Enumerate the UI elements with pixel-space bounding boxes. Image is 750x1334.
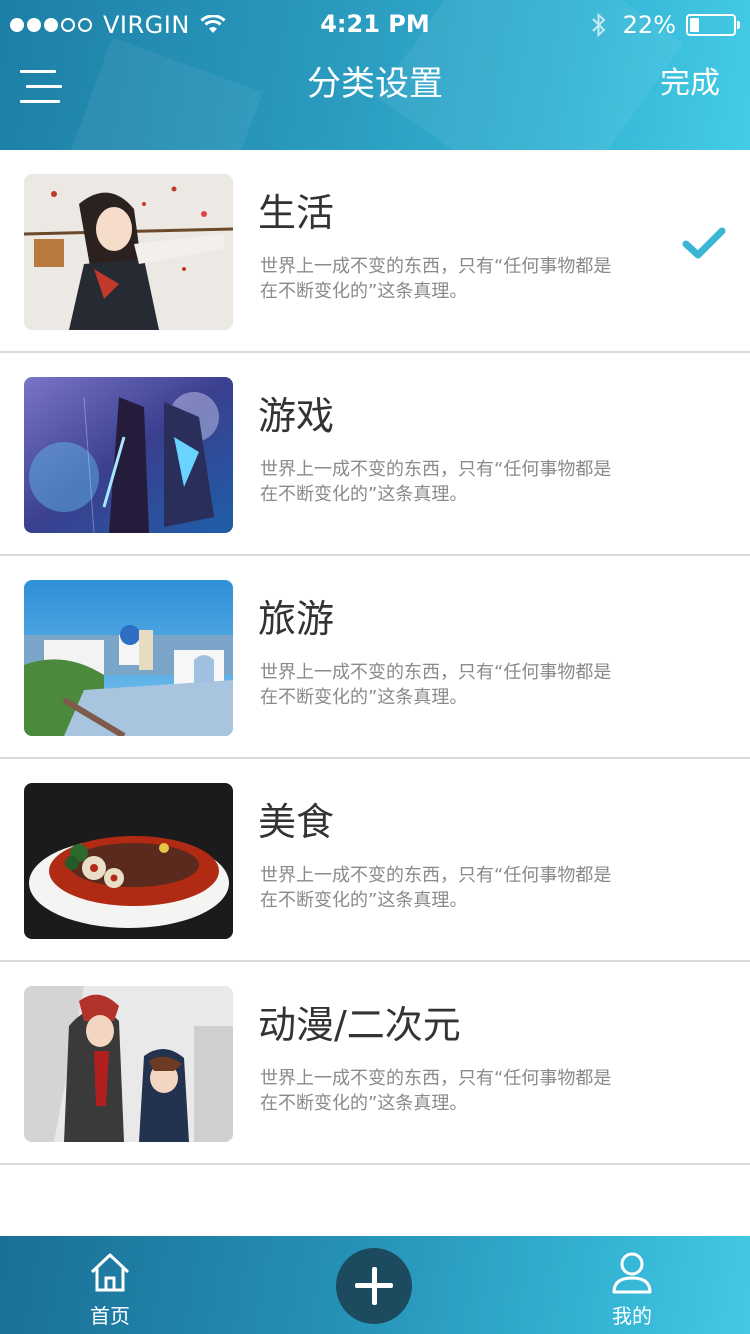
category-thumbnail	[24, 783, 233, 939]
bluetooth-icon	[591, 12, 606, 38]
category-description: 世界上一成不变的东西，只有“任何事物都是在不断变化的”这条真理。	[260, 865, 612, 911]
done-button[interactable]: 完成	[660, 64, 720, 104]
screen: VIRGIN 4:21 PM 22% 分类设置 完成 生活 世界上一成不变的东西…	[0, 0, 750, 1334]
tab-home-label: 首页	[90, 1304, 130, 1328]
tab-home[interactable]: 首页	[40, 1236, 180, 1334]
tab-bar: 首页 我的	[0, 1236, 750, 1334]
status-right: 22%	[591, 10, 740, 40]
category-thumbnail	[24, 580, 233, 736]
header: VIRGIN 4:21 PM 22% 分类设置 完成	[0, 0, 750, 150]
category-description: 世界上一成不变的东西，只有“任何事物都是在不断变化的”这条真理。	[260, 256, 612, 302]
battery-icon	[686, 14, 740, 36]
category-title: 游戏	[258, 394, 335, 438]
add-button[interactable]	[336, 1248, 412, 1324]
nav-bar: 分类设置 完成	[0, 50, 750, 150]
category-title: 美食	[258, 800, 335, 844]
category-item-game[interactable]: 游戏 世界上一成不变的东西，只有“任何事物都是在不断变化的”这条真理。	[0, 353, 750, 556]
category-title: 动漫/二次元	[258, 1003, 461, 1047]
status-bar: VIRGIN 4:21 PM 22%	[0, 0, 750, 50]
category-list: 生活 世界上一成不变的东西，只有“任何事物都是在不断变化的”这条真理。 游戏 世…	[0, 150, 750, 1165]
battery-percent: 22%	[622, 11, 676, 39]
category-item-life[interactable]: 生活 世界上一成不变的东西，只有“任何事物都是在不断变化的”这条真理。	[0, 150, 750, 353]
tab-profile-label: 我的	[612, 1304, 652, 1328]
category-item-food[interactable]: 美食 世界上一成不变的东西，只有“任何事物都是在不断变化的”这条真理。	[0, 759, 750, 962]
category-item-travel[interactable]: 旅游 世界上一成不变的东西，只有“任何事物都是在不断变化的”这条真理。	[0, 556, 750, 759]
category-thumbnail	[24, 377, 233, 533]
category-description: 世界上一成不变的东西，只有“任何事物都是在不断变化的”这条真理。	[260, 662, 612, 708]
battery-fill	[690, 18, 699, 32]
category-thumbnail	[24, 986, 233, 1142]
category-item-anime[interactable]: 动漫/二次元 世界上一成不变的东西，只有“任何事物都是在不断变化的”这条真理。	[0, 962, 750, 1165]
category-description: 世界上一成不变的东西，只有“任何事物都是在不断变化的”这条真理。	[260, 459, 612, 505]
category-thumbnail	[24, 174, 233, 330]
plus-icon	[371, 1267, 377, 1305]
category-title: 生活	[258, 191, 335, 235]
checkmark-icon	[682, 227, 726, 259]
category-description: 世界上一成不变的东西，只有“任何事物都是在不断变化的”这条真理。	[260, 1068, 612, 1114]
tab-profile[interactable]: 我的	[562, 1236, 702, 1334]
home-icon	[90, 1253, 130, 1292]
page-title: 分类设置	[307, 64, 443, 104]
category-title: 旅游	[258, 597, 335, 641]
user-icon	[612, 1252, 652, 1294]
